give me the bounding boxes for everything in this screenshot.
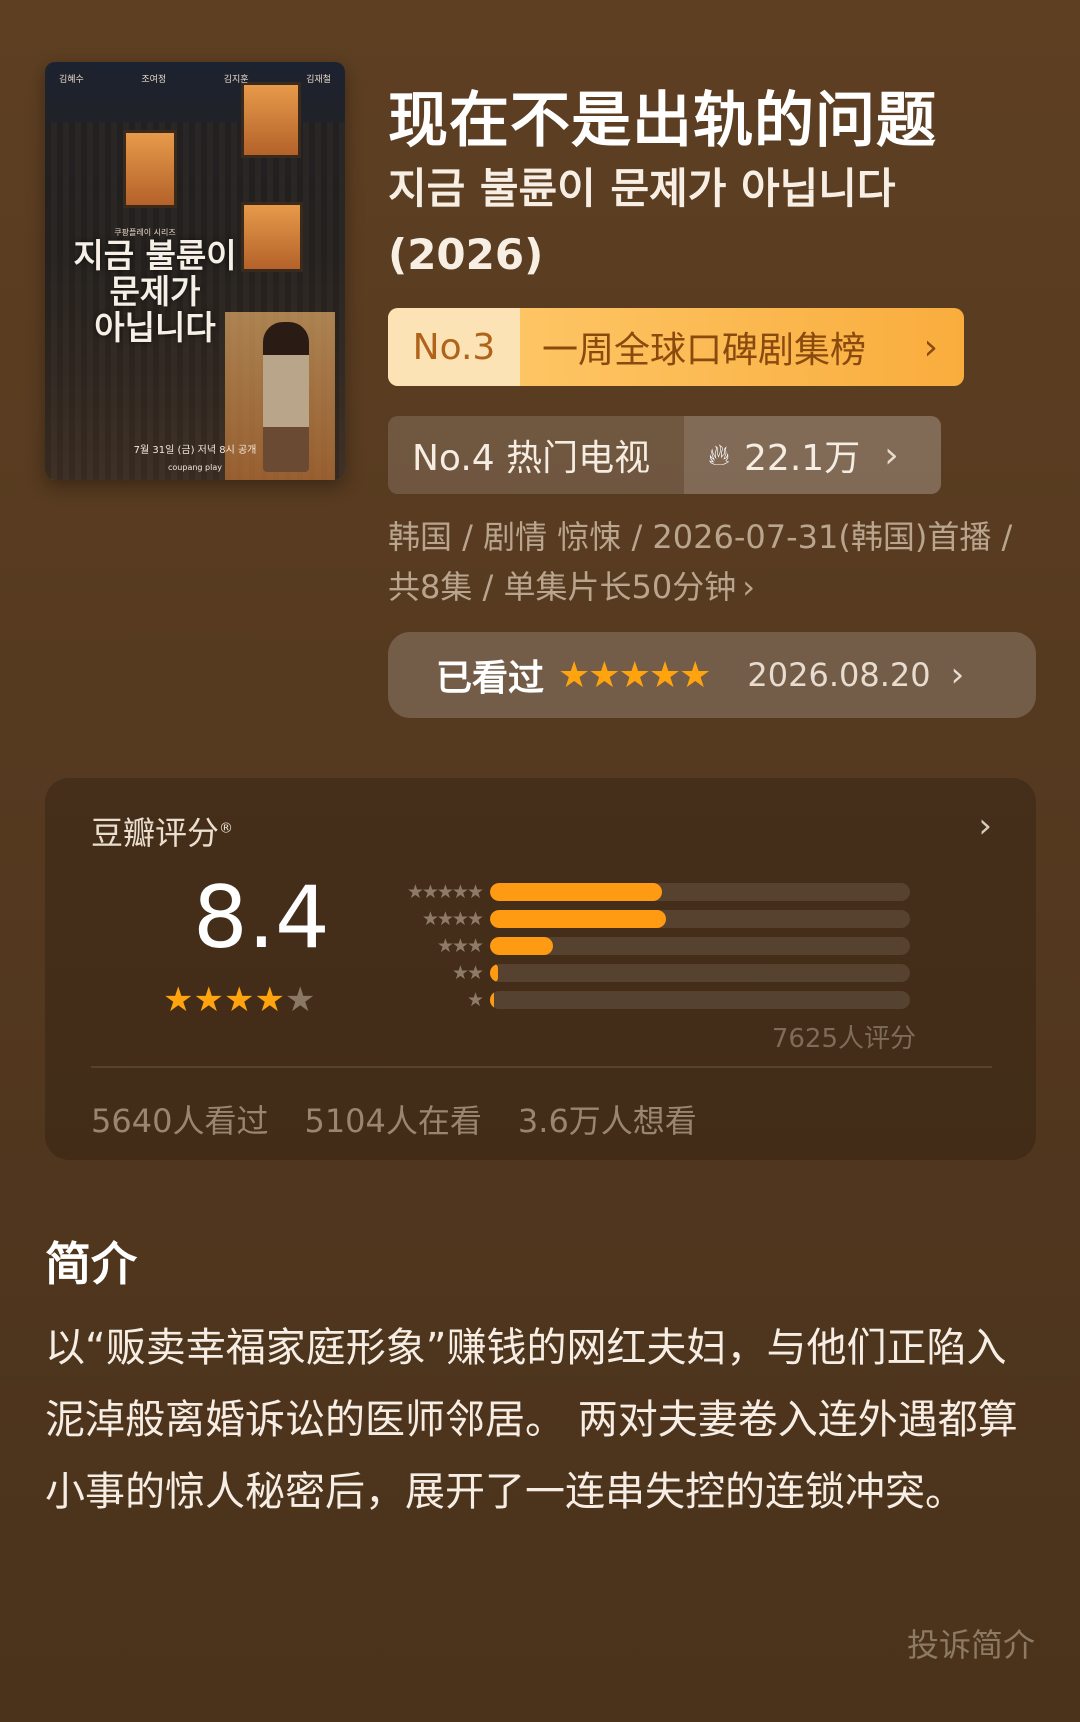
- watching-count[interactable]: 5104人在看: [304, 1096, 481, 1142]
- chevron-right-icon: ›: [950, 655, 965, 695]
- original-title: 지금 불륜이 문제가 아닙니다 (2026): [388, 164, 896, 279]
- rating-title-text: 豆瓣评分: [91, 814, 220, 852]
- rating-bar-fill: [490, 936, 553, 955]
- heat-value: 🔥︎ 22.1万 ›: [684, 416, 941, 494]
- poster-cast-name: 김지훈: [223, 75, 249, 85]
- poster-korean-title: 지금 불륜이 문제가 아닙니다: [73, 236, 237, 347]
- star-level-icon: ★★: [451, 961, 484, 984]
- star-level-icon: ★★★★: [421, 907, 484, 930]
- poster-cast-name: 김혜수: [59, 75, 84, 85]
- intro-text: 以“贩卖幸福家庭形象”赚钱的网红夫妇，与他们正陷入泥淖般离婚诉讼的医师邻居。 两…: [45, 1325, 1018, 1515]
- my-rating-stars: ★★★★★: [558, 654, 711, 696]
- star-icon: ★: [223, 980, 255, 1020]
- rating-stars: ★★★★★: [163, 980, 315, 1020]
- rating-score: 8.4: [193, 868, 330, 968]
- star-icon: ★: [648, 654, 681, 696]
- star-icon: ★: [588, 654, 620, 696]
- star-level-icon: ★★★★★: [406, 880, 484, 903]
- douban-rating-card[interactable]: 豆瓣评分® › 8.4 ★★★★★ ★★★★★ ★★★★ ★★★ ★★ ★ 7625人评…: [45, 778, 1036, 1160]
- heat-count: 22.1万: [744, 438, 861, 479]
- rating-bar-row: ★★★★: [380, 905, 910, 932]
- rating-distribution: ★★★★★ ★★★★ ★★★ ★★ ★: [380, 878, 910, 1013]
- rating-bar-fill: [490, 963, 499, 982]
- star-icon: ★: [284, 980, 316, 1020]
- rating-bar-track: [490, 882, 910, 901]
- star-icon: ★: [618, 654, 651, 696]
- registered-mark: ®: [219, 820, 234, 837]
- poster-cast-name: 김재철: [306, 75, 331, 85]
- rating-bar-fill: [490, 990, 495, 1009]
- want-count[interactable]: 3.6万人想看: [518, 1096, 697, 1142]
- watched-label: 已看过: [436, 658, 545, 699]
- audience-stats: 5640人看过 5104人在看 3.6万人想看: [91, 1096, 697, 1142]
- star-icon: ★: [679, 654, 711, 696]
- star-level-icon: ★: [466, 988, 484, 1011]
- chevron-right-icon[interactable]: ›: [978, 806, 992, 846]
- show-meta-info[interactable]: 韩国 / 剧情 惊悚 / 2026-07-31(韩国)首播 / 共8集 / 单集…: [388, 512, 1048, 612]
- report-intro-link[interactable]: 投诉简介: [907, 1620, 1035, 1666]
- poster-brand: coupang play: [168, 463, 222, 472]
- poster-release-date: 7월 31일 (금) 저녁 8시 공개: [133, 445, 257, 456]
- star-icon: ★: [163, 980, 194, 1020]
- rating-bar-track: [490, 963, 910, 982]
- rating-bar-row: ★★: [380, 959, 910, 986]
- star-icon: ★: [254, 980, 285, 1020]
- rating-bar-track: [490, 990, 910, 1009]
- hot-tv-rank: No.4 热门电视: [412, 438, 651, 479]
- intro-heading: 简介: [45, 1237, 137, 1291]
- global-ranking-badge[interactable]: No.3 一周全球口碑剧集榜 ›: [388, 308, 964, 386]
- star-icon: ★: [558, 654, 590, 696]
- rating-bar-row: ★★★: [380, 932, 910, 959]
- hot-tv-ranking-badge[interactable]: No.4 热门电视 🔥︎ 22.1万 ›: [388, 416, 941, 494]
- ranking-list-name: 一周全球口碑剧集榜: [542, 330, 867, 371]
- rating-title: 豆瓣评分®: [91, 808, 233, 854]
- star-level-icon: ★★★: [436, 934, 484, 957]
- divider: [91, 1066, 992, 1068]
- rating-bar-row: ★★★★★: [380, 878, 910, 905]
- watched-status-button[interactable]: 已看过 ★★★★★ 2026.08.20 ›: [388, 632, 1036, 718]
- poster-cast-name: 조여정: [141, 75, 167, 85]
- ranking-number: No.3: [388, 308, 520, 386]
- meta-text: 韩国 / 剧情 惊悚 / 2026-07-31(韩国)首播 / 共8集 / 单集…: [388, 518, 1013, 606]
- rating-bar-fill: [490, 909, 667, 928]
- rating-count: 7625人评分: [771, 1024, 916, 1054]
- chevron-right-icon: ›: [923, 326, 938, 368]
- rating-bar-track: [490, 909, 910, 928]
- page-title: 现在不是出轨的问题: [388, 86, 937, 156]
- watched-date: 2026.08.20: [747, 656, 931, 694]
- rating-bar-fill: [490, 882, 663, 901]
- flame-icon: 🔥︎: [708, 437, 731, 473]
- watched-count[interactable]: 5640人看过: [91, 1096, 268, 1142]
- poster-cast: 김혜수 조여정 김지훈 김재철: [59, 72, 331, 85]
- star-icon: ★: [193, 980, 224, 1020]
- poster-image[interactable]: 김혜수 조여정 김지훈 김재철 쿠팡플레이 시리즈 지금 불륜이 문제가 아닙니…: [45, 62, 345, 480]
- chevron-right-icon: ›: [742, 568, 756, 606]
- rating-bar-track: [490, 936, 910, 955]
- rating-bar-row: ★: [380, 986, 910, 1013]
- poster-window: [241, 82, 301, 158]
- chevron-right-icon: ›: [884, 434, 899, 476]
- poster-window: [123, 130, 177, 208]
